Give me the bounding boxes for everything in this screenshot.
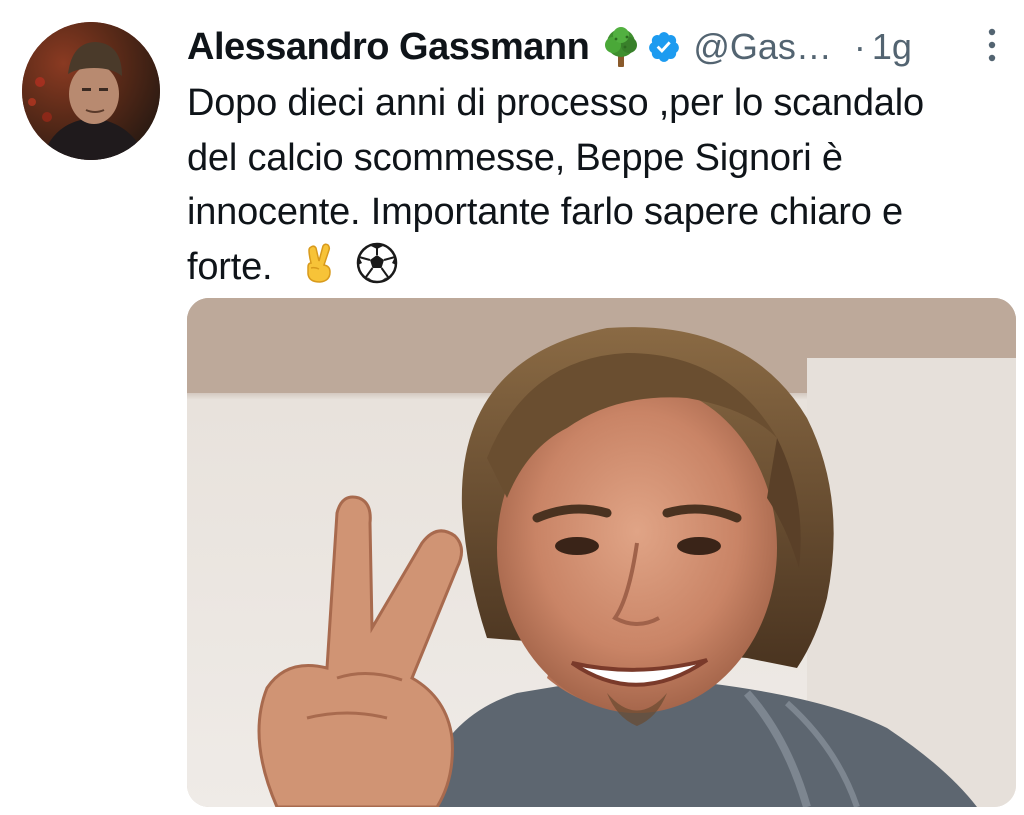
tweet-text-line: del calcio scommesse, Beppe Signori è: [187, 136, 843, 179]
author-handle[interactable]: @Gas…: [693, 26, 832, 68]
tweet-text-line: forte.: [187, 245, 273, 288]
tweet-header: Alessandro Gassmann @Gas… · 1g: [187, 22, 1007, 72]
tree-icon: [601, 25, 641, 69]
avatar[interactable]: [22, 22, 160, 160]
tweet[interactable]: Alessandro Gassmann @Gas… · 1g Dopo diec…: [0, 0, 1024, 815]
tweet-text-line: innocente. Importante farlo sapere chiar…: [187, 191, 903, 233]
verified-badge-icon: [647, 30, 681, 64]
tweet-text-line-last: forte.: [187, 240, 1007, 295]
tweet-media-photo[interactable]: [187, 298, 1016, 807]
photo-image: [187, 298, 1016, 807]
author-name[interactable]: Alessandro Gassmann: [187, 26, 590, 69]
avatar-image: [22, 22, 160, 160]
more-vertical-icon[interactable]: [984, 26, 1000, 66]
soccer-ball-icon: [355, 241, 399, 285]
tweet-text-line: Dopo dieci anni di processo ,per lo scan…: [187, 82, 924, 124]
tweet-text: Dopo dieci anni di processo ,per lo scan…: [187, 76, 1007, 294]
victory-hand-icon: [297, 241, 341, 285]
separator-dot: ·: [853, 26, 866, 67]
tweet-timestamp[interactable]: 1g: [872, 26, 912, 68]
